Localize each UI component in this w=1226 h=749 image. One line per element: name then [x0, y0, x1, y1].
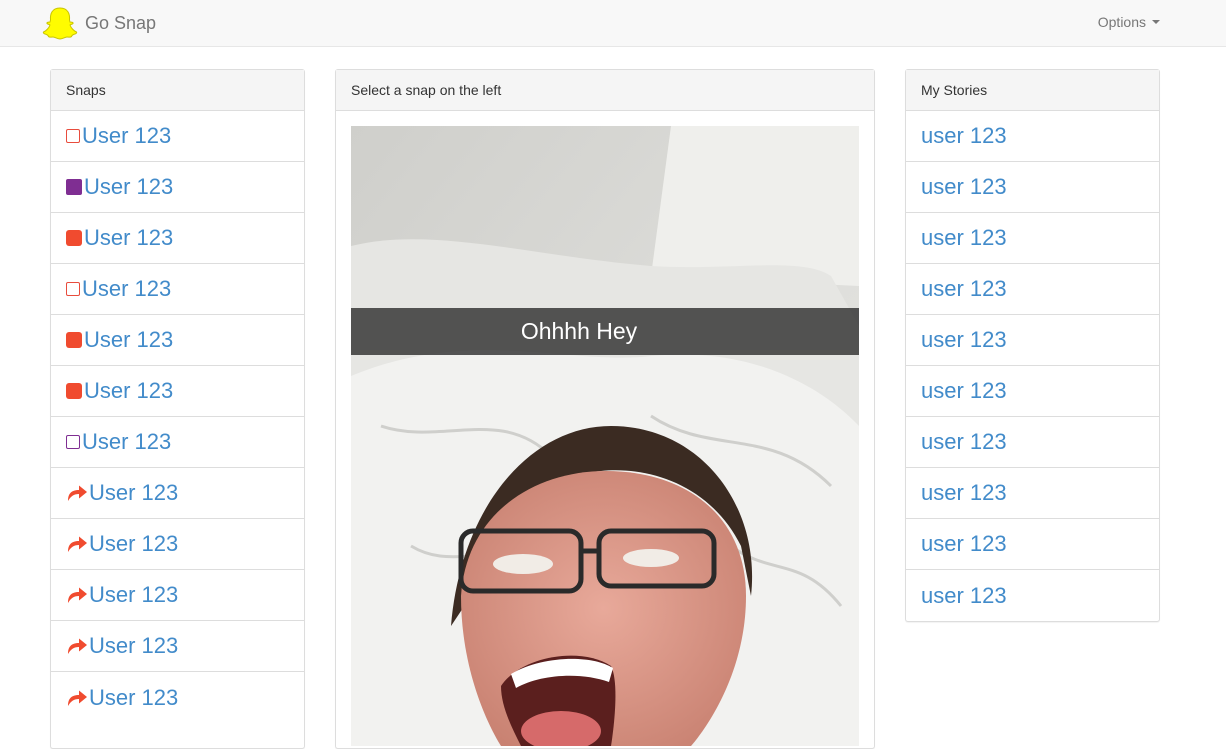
- story-user-link[interactable]: user 123: [921, 583, 1007, 609]
- options-label: Options: [1097, 14, 1146, 30]
- story-user-link[interactable]: user 123: [921, 378, 1007, 404]
- snap-item[interactable]: User 123: [51, 417, 304, 468]
- ghost-logo-icon: [42, 7, 78, 40]
- story-user-link[interactable]: user 123: [921, 123, 1007, 149]
- snap-user-link[interactable]: User 123: [89, 480, 178, 506]
- reply-arrow-icon: [68, 587, 87, 603]
- snap-item[interactable]: User 123: [51, 315, 304, 366]
- snap-item[interactable]: User 123: [51, 162, 304, 213]
- story-user-link[interactable]: user 123: [921, 480, 1007, 506]
- snap-caption: Ohhhh Hey: [351, 308, 859, 355]
- filled-red-square-icon: [66, 332, 82, 348]
- viewer-heading: Select a snap on the left: [336, 70, 874, 111]
- reply-arrow-icon: [68, 690, 87, 706]
- snap-item[interactable]: User 123: [51, 621, 304, 672]
- story-user-link[interactable]: user 123: [921, 276, 1007, 302]
- snap-item[interactable]: User 123: [51, 468, 304, 519]
- navbar: Go Snap Options: [0, 0, 1226, 47]
- stories-list: user 123 user 123 user 123 user 123 user…: [906, 111, 1159, 621]
- snap-item[interactable]: User 123: [51, 519, 304, 570]
- story-item[interactable]: user 123: [906, 213, 1159, 264]
- snap-user-link[interactable]: User 123: [84, 225, 173, 251]
- snap-user-link[interactable]: User 123: [89, 633, 178, 659]
- story-user-link[interactable]: user 123: [921, 225, 1007, 251]
- snaps-panel: Snaps User 123 User 123 User 123 User 12…: [50, 69, 305, 749]
- story-item[interactable]: user 123: [906, 162, 1159, 213]
- brand-link[interactable]: Go Snap: [42, 6, 156, 40]
- snap-item[interactable]: User 123: [51, 213, 304, 264]
- snap-user-link[interactable]: User 123: [84, 327, 173, 353]
- outline-red-square-icon: [66, 129, 80, 143]
- story-user-link[interactable]: user 123: [921, 429, 1007, 455]
- snap-user-link[interactable]: User 123: [82, 429, 171, 455]
- snap-viewer-panel: Select a snap on the left Ohhhh Hey: [335, 69, 875, 749]
- snap-item[interactable]: User 123: [51, 366, 304, 417]
- snap-item[interactable]: User 123: [51, 570, 304, 621]
- story-item[interactable]: user 123: [906, 111, 1159, 162]
- snap-user-link[interactable]: User 123: [89, 685, 178, 711]
- outline-purple-square-icon: [66, 435, 80, 449]
- snap-item[interactable]: User 123: [51, 264, 304, 315]
- reply-arrow-icon: [68, 536, 87, 552]
- snap-photo[interactable]: Ohhhh Hey: [351, 126, 859, 746]
- reply-arrow-icon: [68, 638, 87, 654]
- story-item[interactable]: user 123: [906, 519, 1159, 570]
- story-item[interactable]: user 123: [906, 468, 1159, 519]
- outline-red-square-icon: [66, 282, 80, 296]
- snap-item[interactable]: User 123: [51, 111, 304, 162]
- story-item[interactable]: user 123: [906, 315, 1159, 366]
- story-item[interactable]: user 123: [906, 366, 1159, 417]
- filled-red-square-icon: [66, 230, 82, 246]
- my-stories-panel: My Stories user 123 user 123 user 123 us…: [905, 69, 1160, 622]
- snaps-list: User 123 User 123 User 123 User 123 User…: [51, 111, 304, 723]
- options-dropdown[interactable]: Options: [1098, 14, 1160, 30]
- snap-user-link[interactable]: User 123: [82, 276, 171, 302]
- story-item[interactable]: user 123: [906, 264, 1159, 315]
- story-user-link[interactable]: user 123: [921, 174, 1007, 200]
- snap-image: [351, 126, 859, 746]
- caret-down-icon: [1152, 20, 1160, 24]
- app-title: Go Snap: [85, 12, 157, 33]
- snap-item[interactable]: User 123: [51, 672, 304, 723]
- stories-heading: My Stories: [906, 70, 1159, 111]
- story-user-link[interactable]: user 123: [921, 531, 1007, 557]
- story-user-link[interactable]: user 123: [921, 327, 1007, 353]
- story-item[interactable]: user 123: [906, 417, 1159, 468]
- snap-user-link[interactable]: User 123: [82, 123, 171, 149]
- reply-arrow-icon: [68, 485, 87, 501]
- filled-red-square-icon: [66, 383, 82, 399]
- snap-user-link[interactable]: User 123: [89, 582, 178, 608]
- snap-user-link[interactable]: User 123: [89, 531, 178, 557]
- snaps-heading: Snaps: [51, 70, 304, 111]
- snap-user-link[interactable]: User 123: [84, 174, 173, 200]
- story-item[interactable]: user 123: [906, 570, 1159, 621]
- snap-user-link[interactable]: User 123: [84, 378, 173, 404]
- filled-purple-square-icon: [66, 179, 82, 195]
